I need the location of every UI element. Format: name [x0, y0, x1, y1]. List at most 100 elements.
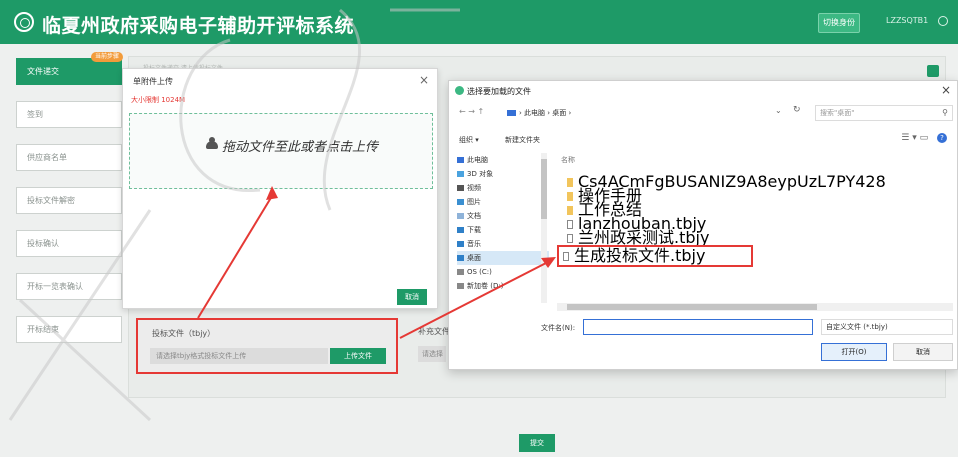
- tree-label: 3D 对象: [467, 170, 494, 178]
- column-header-name[interactable]: 名称: [561, 155, 575, 165]
- sidebar-item-label: 投标确认: [27, 239, 59, 248]
- music-icon: [457, 241, 464, 247]
- tree-label: OS (C:): [467, 268, 492, 276]
- search-icon: ⚲: [942, 108, 948, 117]
- sidebar-item-opening-confirm[interactable]: 开标一览表确认: [16, 273, 122, 300]
- file-icon: [567, 234, 573, 243]
- close-icon[interactable]: ×: [419, 73, 429, 87]
- cancel-button[interactable]: 取消: [893, 343, 953, 361]
- folder-icon: [567, 178, 573, 187]
- modal-cancel-button[interactable]: 取消: [397, 289, 427, 305]
- tree-label: 视频: [467, 184, 481, 192]
- navigation-tree: 此电脑 3D 对象 视频 图片 文档 下载 音乐 桌面 OS (C:) 新加卷 …: [457, 153, 549, 303]
- cube-icon: [457, 171, 464, 177]
- tree-item[interactable]: 视频: [457, 181, 549, 195]
- tree-item[interactable]: 音乐: [457, 237, 549, 251]
- tree-scrollbar[interactable]: [541, 153, 547, 303]
- open-button[interactable]: 打开(O): [821, 343, 887, 361]
- tree-item[interactable]: 新加卷 (D:): [457, 279, 549, 293]
- sidebar-item-label: 文件递交: [27, 67, 59, 76]
- current-step-badge: 当前步骤: [90, 52, 123, 62]
- scroll-thumb[interactable]: [567, 304, 817, 310]
- exit-icon[interactable]: [927, 65, 939, 77]
- tree-item-selected[interactable]: 桌面: [457, 251, 549, 265]
- switch-identity-button[interactable]: 切换身份: [818, 13, 860, 33]
- chevron-down-icon[interactable]: ⌄: [775, 106, 782, 115]
- view-toggle-icon[interactable]: ☰ ▾: [901, 133, 916, 143]
- file-chooser-dialog: 选择要加载的文件 × ← → ↑ › 此电脑 › 桌面 › ⌄ ↻ 搜索"桌面"…: [448, 80, 958, 370]
- drive-icon: [457, 269, 464, 275]
- help-icon[interactable]: ?: [937, 133, 947, 143]
- sidebar-item-label: 投标文件解密: [27, 196, 75, 205]
- tree-item[interactable]: 下载: [457, 223, 549, 237]
- list-item[interactable]: 兰州政采测试.tbjy: [567, 230, 709, 246]
- file-icon: [563, 252, 569, 261]
- emblem-icon: [14, 12, 34, 32]
- sidebar-item-label: 签到: [27, 110, 43, 119]
- new-folder-button[interactable]: 新建文件夹: [505, 135, 540, 145]
- sidebar-item-label: 开标一览表确认: [27, 282, 83, 291]
- drop-zone-text: 拖动文件至此或者点击上传: [222, 140, 379, 155]
- upload-modal: 单附件上传 × 大小限制 1024M 拖动文件至此或者点击上传 取消: [122, 68, 438, 309]
- document-icon: [457, 213, 464, 219]
- search-input[interactable]: 搜索"桌面" ⚲: [815, 105, 953, 121]
- filename-input[interactable]: [583, 319, 813, 335]
- tree-label: 下载: [467, 226, 481, 234]
- video-icon: [457, 185, 464, 191]
- dialog-title: 选择要加载的文件: [467, 87, 531, 96]
- sidebar-item-bid-confirm[interactable]: 投标确认: [16, 230, 122, 257]
- bid-file-section: 投标文件（tbjy） 请选择tbjy格式投标文件上传 上传文件: [136, 318, 398, 374]
- view-options[interactable]: ☰ ▾ ▭ ?: [901, 133, 947, 143]
- sidebar-item-sign-in[interactable]: 签到: [16, 101, 122, 128]
- folder-icon: [567, 206, 573, 215]
- list-item-highlighted[interactable]: 生成投标文件.tbjy: [557, 245, 753, 267]
- bid-file-label: 投标文件（tbjy）: [152, 329, 216, 338]
- address-bar[interactable]: › 此电脑 › 桌面 ›: [507, 105, 807, 121]
- user-name: LZZSQTB1: [886, 16, 929, 25]
- file-drop-zone[interactable]: 拖动文件至此或者点击上传: [129, 113, 433, 189]
- filetype-select[interactable]: 自定义文件 (*.tbjy): [821, 319, 953, 335]
- sidebar-item-label: 开标结束: [27, 325, 59, 334]
- tree-label: 文档: [467, 212, 481, 220]
- submit-button[interactable]: 提交: [519, 434, 555, 452]
- filetype-value: 自定义文件 (*.tbjy): [826, 323, 888, 331]
- app-root: 临夏州政府采购电子辅助开评标系统 切换身份 LZZSQTB1 投标文件递交 请上…: [0, 0, 958, 457]
- sidebar-item-decrypt[interactable]: 投标文件解密: [16, 187, 122, 214]
- tree-label: 新加卷 (D:): [467, 282, 504, 290]
- tree-item[interactable]: OS (C:): [457, 265, 549, 279]
- preview-pane-icon[interactable]: ▭: [920, 133, 929, 143]
- nav-arrows[interactable]: ← → ↑: [459, 107, 484, 116]
- other-file-input[interactable]: 请选择: [418, 346, 446, 362]
- close-icon[interactable]: ×: [941, 83, 951, 97]
- organize-menu[interactable]: 组织 ▾: [459, 135, 479, 145]
- tree-item[interactable]: 文档: [457, 209, 549, 223]
- folder-icon: [567, 192, 573, 201]
- app-icon: [455, 86, 464, 95]
- tree-label: 音乐: [467, 240, 481, 248]
- sidebar-item-file-submit[interactable]: 文件递交 当前步骤: [16, 52, 123, 85]
- address-path: › 此电脑 › 桌面 ›: [519, 109, 572, 117]
- other-file-label: 补充文件: [418, 327, 450, 336]
- tree-item[interactable]: 此电脑: [457, 153, 549, 167]
- sidebar-item-opening-end[interactable]: 开标结束: [16, 316, 122, 343]
- cloud-upload-icon: [206, 137, 218, 149]
- horizontal-scrollbar[interactable]: [557, 303, 953, 311]
- tree-item[interactable]: 图片: [457, 195, 549, 209]
- modal-title: 单附件上传: [133, 77, 173, 86]
- computer-icon: [457, 157, 464, 163]
- file-icon: [567, 220, 573, 229]
- tree-item[interactable]: 3D 对象: [457, 167, 549, 181]
- size-limit-note: 大小限制 1024M: [131, 96, 186, 104]
- drive-icon: [457, 283, 464, 289]
- desktop-icon: [457, 255, 464, 261]
- tree-label: 桌面: [467, 254, 481, 262]
- bid-file-input[interactable]: 请选择tbjy格式投标文件上传: [150, 348, 328, 364]
- tree-label: 此电脑: [467, 156, 488, 164]
- upload-file-button[interactable]: 上传文件: [330, 348, 386, 364]
- scroll-thumb[interactable]: [541, 159, 547, 219]
- logout-power-icon[interactable]: [938, 16, 948, 26]
- sidebar-item-supplier-list[interactable]: 供应商名单: [16, 144, 122, 171]
- app-title: 临夏州政府采购电子辅助开评标系统: [42, 15, 355, 37]
- refresh-icon[interactable]: ↻: [793, 105, 801, 115]
- file-name: 生成投标文件.tbjy: [574, 246, 706, 265]
